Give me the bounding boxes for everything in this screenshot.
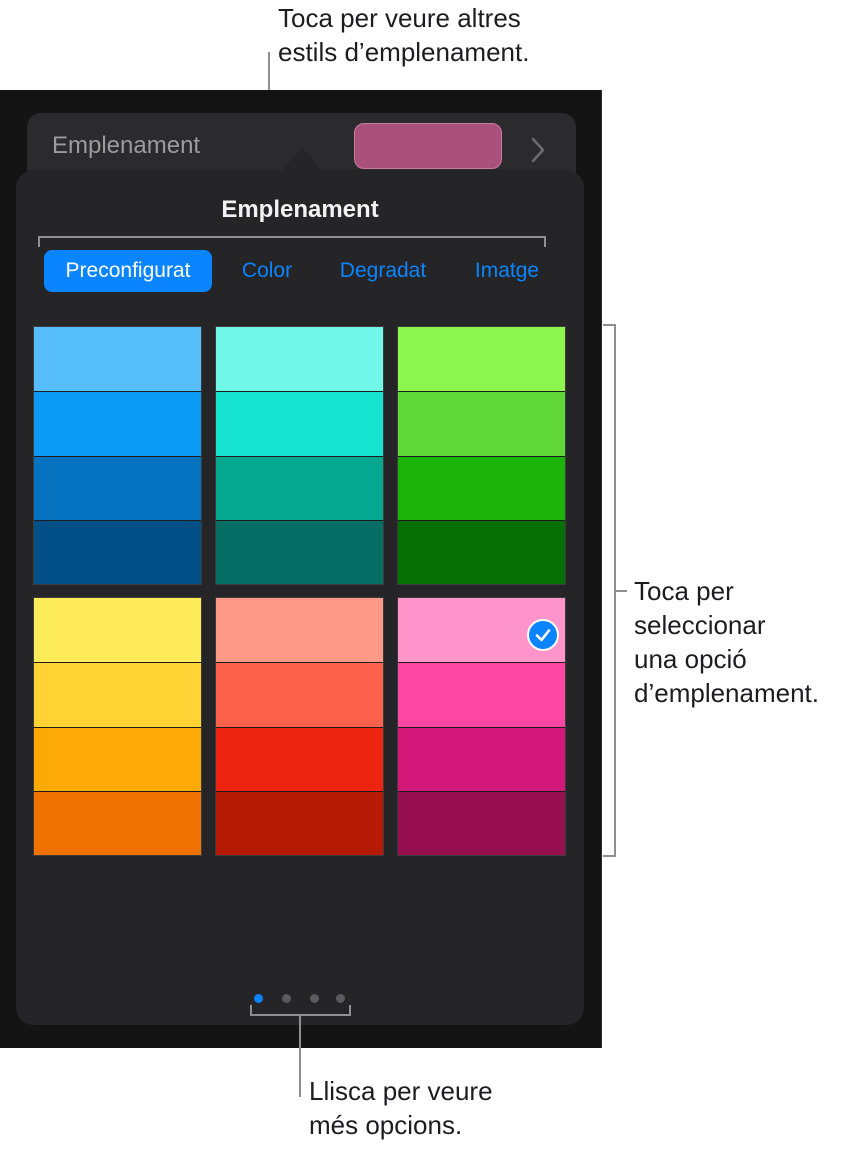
swatches-bracket-top (603, 324, 615, 326)
swatch-band (398, 327, 565, 392)
callout-tabs-line1: Toca per veure altres (278, 3, 521, 33)
callout-tabs-line2: estils d’emplenament. (278, 37, 530, 67)
swatch-band (34, 521, 201, 584)
current-fill-swatch[interactable] (354, 123, 502, 169)
swatch-band (34, 662, 201, 728)
tab-preconfigurat[interactable]: Preconfigurat (44, 250, 212, 292)
popover-arrow (280, 148, 324, 172)
callout-swatches-line4: d’emplenament. (634, 678, 819, 708)
swatch-band (216, 662, 383, 728)
swatches-bracket-leader (615, 590, 627, 592)
tab-imatge[interactable]: Imatge (462, 250, 552, 292)
callout-swatches-line1: Toca per (634, 576, 734, 606)
swatches-bracket-bottom (603, 855, 615, 857)
swatch-band (398, 521, 565, 584)
tabs-bracket-left (38, 236, 40, 247)
swatch-band (34, 456, 201, 522)
callout-swatches-line2: seleccionar (634, 610, 766, 640)
dots-bracket-right (349, 1005, 351, 1015)
swatch-band (216, 456, 383, 522)
page-dot[interactable] (336, 994, 345, 1003)
tab-color[interactable]: Color (228, 250, 306, 292)
swatch-band (34, 792, 201, 855)
swatch-band (34, 727, 201, 793)
preset-swatch-blue[interactable] (33, 326, 202, 585)
swatch-band (398, 391, 565, 457)
callout-swipe-line2: més opcions. (309, 1110, 463, 1140)
preset-swatch-yellow[interactable] (33, 597, 202, 856)
fill-row-label: Emplenament (52, 132, 201, 159)
swatch-band (398, 792, 565, 855)
checkmark-icon (527, 619, 559, 651)
swatch-band (34, 327, 201, 392)
page-dot[interactable] (282, 994, 291, 1003)
swatch-band (216, 521, 383, 584)
swatch-band (216, 598, 383, 663)
swatch-band (216, 327, 383, 392)
swatch-band (398, 727, 565, 793)
swatch-band (34, 391, 201, 457)
preset-swatch-red[interactable] (215, 597, 384, 856)
swatch-band (398, 456, 565, 522)
chevron-right-icon[interactable] (531, 137, 545, 163)
swatch-band (34, 598, 201, 663)
dots-bracket-leader (299, 1015, 301, 1097)
tabs-bracket-right (544, 236, 546, 247)
tab-degradat[interactable]: Degradat (326, 250, 440, 292)
page-dot[interactable] (310, 994, 319, 1003)
preset-swatch-teal[interactable] (215, 326, 384, 585)
dots-bracket-left (250, 1005, 252, 1015)
preset-swatch-pink[interactable] (397, 597, 566, 856)
popover-title: Emplenament (221, 196, 379, 223)
swatch-band (216, 391, 383, 457)
callout-swipe-line1: Llisca per veure (309, 1076, 493, 1106)
swatch-band (216, 792, 383, 855)
callout-swatches-line3: una opció (634, 644, 747, 674)
preset-swatch-green[interactable] (397, 326, 566, 585)
swatch-band (216, 727, 383, 793)
tabs-bracket (38, 236, 546, 238)
page-dot[interactable] (254, 994, 263, 1003)
swatch-band (398, 662, 565, 728)
